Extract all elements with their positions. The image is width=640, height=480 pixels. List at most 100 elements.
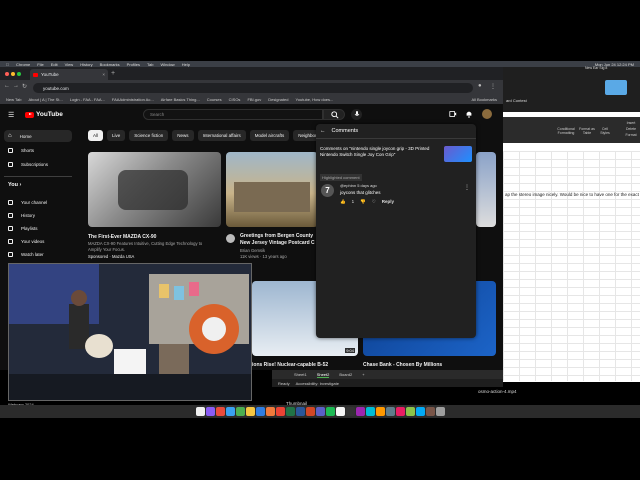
app-icon[interactable] — [265, 407, 275, 416]
video-title-line2[interactable]: New Jersey Vintage Postcard C — [240, 240, 315, 246]
bookmark-item[interactable]: New Tab — [6, 97, 22, 102]
menubar-app[interactable]: Chrome — [16, 62, 30, 67]
menubar-item[interactable]: Profiles — [127, 62, 140, 67]
app-icon[interactable] — [215, 407, 225, 416]
heart-icon[interactable]: ♡ — [372, 199, 376, 205]
bookmark-item[interactable]: Youtube, How does... — [295, 97, 333, 102]
ribbon-format-table[interactable]: Format as Table — [578, 127, 596, 135]
bookmark-item[interactable]: FBI.gov — [247, 97, 261, 102]
video-title[interactable]: Greetings from Bergen County — [240, 233, 313, 239]
add-sheet-icon[interactable]: + — [362, 372, 364, 377]
trash-icon[interactable] — [435, 407, 445, 416]
messages-icon[interactable] — [235, 407, 245, 416]
sheet-tab[interactable]: Sheet1 — [294, 372, 307, 377]
sheet-tab-active[interactable]: Sheet2 — [316, 372, 330, 378]
back-arrow-icon[interactable]: ← — [320, 128, 326, 134]
cell-text[interactable]: ap the stereo image nicely. Would be nic… — [505, 192, 639, 197]
sidebar-item-home[interactable]: ⌂ Home — [4, 130, 72, 142]
chip[interactable]: Model aircrafts — [249, 130, 290, 141]
settings-icon[interactable] — [385, 407, 395, 416]
create-video-icon[interactable] — [449, 110, 457, 118]
menu-icon[interactable]: ⋮ — [490, 83, 496, 90]
sidebar-item-watch-later[interactable]: Watch later — [4, 248, 72, 260]
video-thumbnail-postcard[interactable] — [226, 152, 318, 227]
notes-icon[interactable] — [245, 407, 255, 416]
app-icon[interactable] — [425, 407, 435, 416]
chip-all[interactable]: All — [88, 130, 104, 141]
status-accessibility[interactable]: Accessibility: Investigate — [296, 381, 339, 386]
app-icon[interactable] — [375, 407, 385, 416]
sidebar-item-history[interactable]: History — [4, 209, 72, 221]
search-input[interactable]: Search — [143, 109, 323, 120]
finder-icon[interactable] — [195, 407, 205, 416]
like-icon[interactable]: 👍 — [340, 199, 346, 205]
bookmark-item[interactable]: CISOs — [229, 97, 241, 102]
back-icon[interactable]: ← — [4, 83, 10, 89]
comment-video-title[interactable]: Comments on "nintendo single joycon grip… — [320, 146, 440, 158]
excel-icon[interactable] — [285, 407, 295, 416]
chip[interactable]: News — [172, 130, 194, 141]
app-icon[interactable] — [335, 407, 345, 416]
menubar-item[interactable]: View — [65, 62, 74, 67]
menubar-item[interactable]: File — [37, 62, 43, 67]
teams-icon[interactable] — [315, 407, 325, 416]
comment-user[interactable]: @ephinn — [340, 183, 356, 188]
youtube-logo[interactable]: YouTube — [25, 111, 63, 118]
menubar-apple-icon[interactable]:  — [6, 62, 9, 67]
safari-icon[interactable] — [225, 407, 235, 416]
new-tab-icon[interactable]: + — [111, 70, 115, 77]
bookmark-item[interactable]: Designated — [268, 97, 288, 102]
reload-icon[interactable]: ↻ — [22, 83, 27, 90]
powerpoint-icon[interactable] — [305, 407, 315, 416]
chip[interactable]: Live — [107, 130, 126, 141]
chip[interactable]: Science fiction — [129, 130, 169, 141]
minimize-window-icon[interactable] — [11, 72, 15, 76]
menubar-item[interactable]: Edit — [51, 62, 58, 67]
app-icon[interactable] — [415, 407, 425, 416]
hamburger-menu-icon[interactable]: ☰ — [8, 111, 14, 119]
menubar-item[interactable]: Window — [160, 62, 174, 67]
tab-youtube[interactable]: YouTube × — [30, 69, 108, 80]
bookmark-item[interactable]: Login - FAA - FAA... — [70, 97, 105, 102]
video-title[interactable]: Chase Bank - Chosen By Millions — [363, 362, 442, 368]
search-button[interactable] — [323, 109, 345, 120]
notifications-bell-icon[interactable] — [465, 110, 473, 118]
commenter-avatar[interactable]: 7 — [321, 184, 334, 197]
bookmark-item[interactable]: About | A | The St... — [29, 97, 63, 102]
address-bar[interactable]: youtube.com — [33, 83, 473, 93]
spotify-icon[interactable] — [325, 407, 335, 416]
sheet-tab[interactable]: Board2 — [339, 372, 352, 377]
reply-button[interactable]: Reply — [382, 199, 394, 205]
avatar[interactable] — [482, 109, 492, 119]
app-icon[interactable] — [355, 407, 365, 416]
ribbon-format[interactable]: Format — [624, 133, 638, 137]
chrome-icon[interactable] — [275, 407, 285, 416]
forward-icon[interactable]: → — [13, 83, 19, 89]
ribbon-conditional-formatting[interactable]: Conditional Formatting — [556, 127, 576, 135]
comment-video-thumbnail[interactable] — [444, 146, 472, 162]
channel-avatar[interactable] — [226, 234, 235, 243]
close-tab-icon[interactable]: × — [102, 72, 105, 77]
close-window-icon[interactable] — [5, 72, 9, 76]
profile-icon[interactable]: ● — [478, 83, 482, 89]
file-label[interactable]: osmo-action-4.mp4 — [478, 389, 517, 394]
more-options-icon[interactable]: ⋮ — [464, 184, 470, 191]
maximize-window-icon[interactable] — [17, 72, 21, 76]
dislike-icon[interactable]: 👎 — [360, 199, 366, 205]
bookmark-item[interactable]: FAAAdministration Ac... — [112, 97, 154, 102]
all-bookmarks[interactable]: All Bookmarks — [471, 97, 503, 102]
menubar-item[interactable]: Tab — [147, 62, 153, 67]
menubar-item[interactable]: History — [80, 62, 92, 67]
video-title[interactable]: ions Rise! Nuclear-capable B-52 — [252, 362, 328, 368]
chip[interactable]: International affairs — [197, 130, 246, 141]
video-title[interactable]: The First-Ever MAZDA CX-90 — [88, 234, 156, 240]
menubar-item[interactable]: Help — [182, 62, 190, 67]
launchpad-icon[interactable] — [205, 407, 215, 416]
sidebar-item-your-videos[interactable]: Your videos — [4, 235, 72, 247]
folder-icon[interactable] — [605, 80, 627, 95]
bookmark-item[interactable]: Courses — [207, 97, 222, 102]
sidebar-item-your-channel[interactable]: Your channel — [4, 196, 72, 208]
music-icon[interactable] — [395, 407, 405, 416]
ribbon-insert[interactable]: Insert — [624, 121, 638, 125]
bookmark-item[interactable]: Airfare Basics Thing... — [161, 97, 200, 102]
